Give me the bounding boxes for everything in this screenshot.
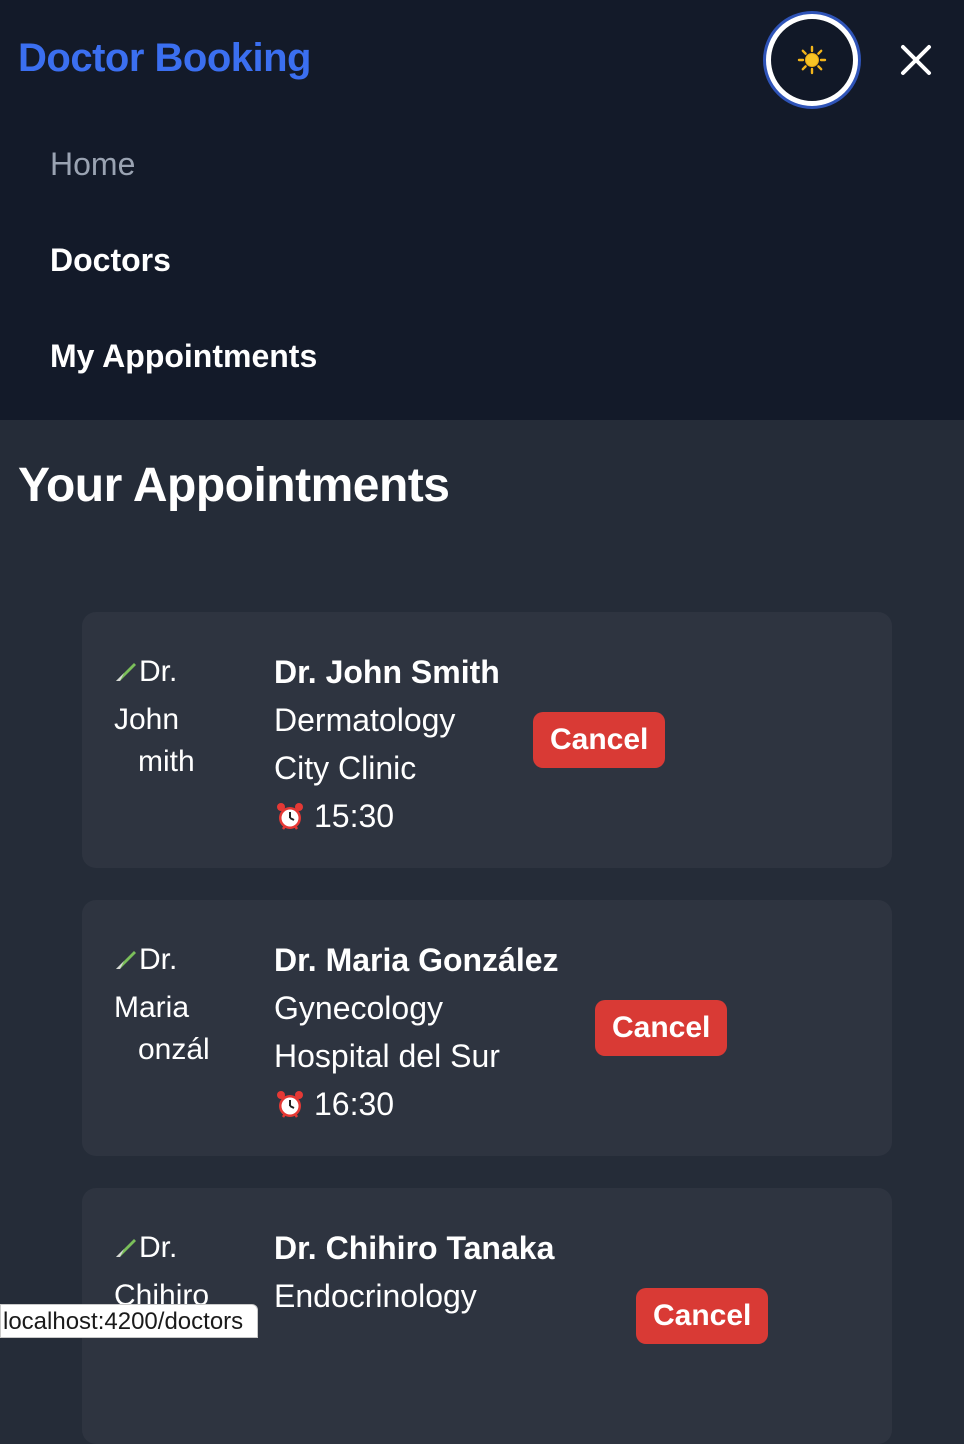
close-icon xyxy=(901,45,931,75)
doctor-avatar: Dr. John mith xyxy=(114,655,195,778)
broken-image-icon xyxy=(116,663,136,681)
appointment-time: 15:30 xyxy=(314,798,395,834)
clinic-name: City Clinic xyxy=(274,750,417,786)
cancel-button[interactable]: Cancel xyxy=(533,712,666,768)
clinic-name: Hospital del Sur xyxy=(274,1038,500,1074)
alarm-clock-icon xyxy=(277,803,303,830)
page-title: Your Appointments xyxy=(18,459,450,512)
cancel-button[interactable]: Cancel xyxy=(636,1288,769,1344)
close-menu-button[interactable] xyxy=(896,40,936,80)
doctor-name: Dr. John Smith xyxy=(274,654,500,690)
brand-logo[interactable]: Doctor Booking xyxy=(18,36,311,81)
appointment-card: Dr. Maria onzál Dr. Maria González Gynec… xyxy=(82,900,892,1156)
nav-item-doctors[interactable]: Doctors xyxy=(50,242,171,279)
nav-item-home[interactable]: Home xyxy=(50,146,135,183)
doctor-name: Dr. Chihiro Tanaka xyxy=(274,1230,555,1266)
broken-image-icon xyxy=(116,1239,136,1257)
broken-image-icon xyxy=(116,951,136,969)
top-navigation: Doctor Booking Home Doctors My Appointme… xyxy=(0,0,964,420)
doctor-avatar: Dr. Maria onzál xyxy=(114,943,210,1066)
alarm-clock-icon xyxy=(277,1091,303,1118)
specialty: Endocrinology xyxy=(274,1278,477,1314)
nav-item-my-appointments[interactable]: My Appointments xyxy=(50,338,317,375)
specialty: Dermatology xyxy=(274,702,456,738)
appointment-card: Dr. John mith Dr. John Smith Dermatology… xyxy=(82,612,892,868)
specialty: Gynecology xyxy=(274,990,443,1026)
doctor-name: Dr. Maria González xyxy=(274,942,559,978)
cancel-button[interactable]: Cancel xyxy=(595,1000,728,1056)
appointment-time: 16:30 xyxy=(314,1086,395,1122)
sun-icon xyxy=(797,45,827,75)
theme-toggle-button[interactable] xyxy=(766,14,858,106)
browser-status-bar-url: localhost:4200/doctors xyxy=(0,1304,259,1338)
